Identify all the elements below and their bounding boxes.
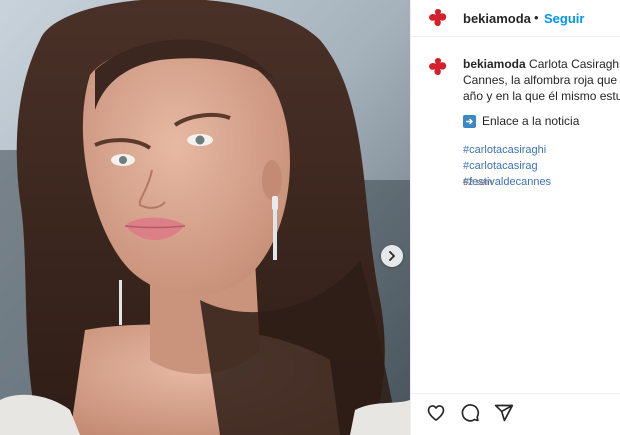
comment-button[interactable] (459, 402, 481, 424)
follow-button[interactable]: Seguir (544, 11, 584, 26)
hashtag-link[interactable]: #carlotacasirag (463, 160, 538, 172)
caption-text-1: Carlota Casiraghi se (529, 57, 620, 71)
action-bar (425, 402, 515, 424)
bekia-logo-icon (429, 9, 447, 27)
chevron-right-icon (389, 251, 395, 261)
portrait-photo (0, 0, 410, 435)
share-icon (494, 404, 514, 422)
news-link-text: Enlace a la noticia (482, 114, 580, 128)
caption-line-2: Cannes, la alfombra roja que pis (463, 73, 620, 87)
account-avatar[interactable] (427, 7, 449, 29)
separator-dot: • (534, 10, 539, 25)
bekia-logo-icon (429, 58, 447, 76)
hashtag-link[interactable]: #carlotacasiraghi (463, 144, 546, 156)
divider (411, 393, 620, 394)
post-sidebar: bekiamoda • Seguir bekiamoda Carlota Cas… (410, 0, 620, 435)
right-arrow-icon (463, 114, 476, 128)
next-image-button[interactable] (381, 245, 403, 267)
instagram-post: bekiamoda • Seguir bekiamoda Carlota Cas… (0, 0, 620, 435)
caption-avatar[interactable] (427, 56, 449, 78)
comment-icon (461, 404, 480, 422)
post-header: bekiamoda • Seguir (411, 0, 620, 37)
account-username[interactable]: bekiamoda (463, 11, 531, 26)
post-caption: bekiamoda Carlota Casiraghi se Cannes, l… (463, 56, 620, 104)
like-button[interactable] (425, 402, 447, 424)
caption-line-3: año y en la que él mismo estuvo (463, 89, 620, 103)
post-timestamp[interactable]: 62 sem (463, 177, 493, 187)
heart-icon (427, 405, 445, 421)
caption-username[interactable]: bekiamoda (463, 57, 526, 71)
news-link: Enlace a la noticia (463, 114, 579, 128)
share-button[interactable] (493, 402, 515, 424)
caption-line-1: bekiamoda Carlota Casiraghi se (463, 56, 620, 72)
post-media[interactable] (0, 0, 410, 435)
